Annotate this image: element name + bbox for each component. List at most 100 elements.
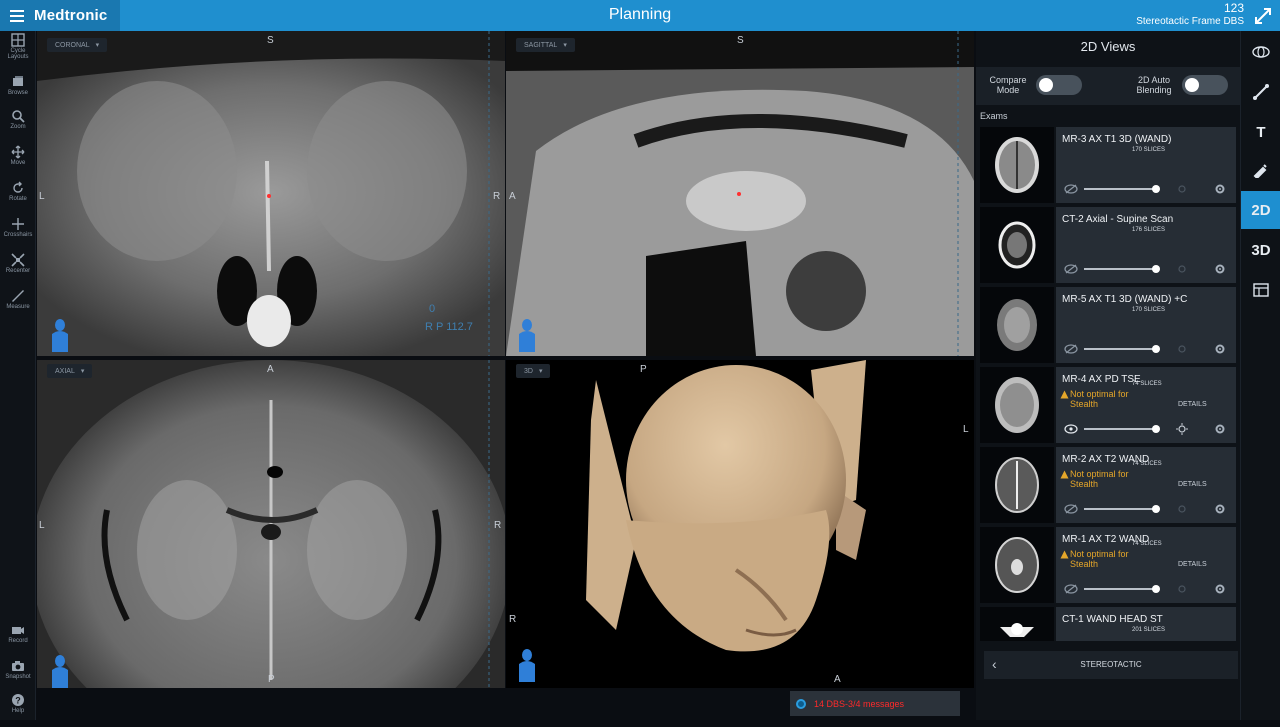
exam-details-link[interactable]: DETAILS [1178,401,1207,408]
opacity-slider[interactable] [1084,585,1160,593]
exam-item[interactable]: MR-5 AX T1 3D (WAND) +C 170 SLICES [980,287,1236,363]
zoom-button[interactable]: Zoom [0,109,36,143]
axial-viewport[interactable]: AXIAL ▾ A L R P [37,360,505,688]
crosshairs-label: Crosshairs [3,232,33,238]
exam-item[interactable]: MR-2 AX T2 WAND 74 SLICES Not optimal fo… [980,447,1236,523]
exam-slices: 176 SLICES [1132,227,1166,233]
3d-viewport[interactable]: 3D ▾ P R L A [506,360,974,688]
brightness-icon[interactable] [1176,583,1188,595]
gear-icon[interactable] [1214,183,1226,195]
chevron-down-icon: ▾ [80,368,85,375]
exam-slices: 74 SLICES [1132,541,1162,547]
trajectory-button[interactable] [1241,73,1280,111]
axial-orient-bottom: P [268,674,275,685]
gear-icon[interactable] [1214,343,1226,355]
compare-mode-toggle[interactable] [1036,75,1082,95]
brightness-icon[interactable] [1176,423,1188,435]
opacity-slider[interactable] [1084,425,1160,433]
trajectory-icon [1253,84,1269,100]
menu-icon[interactable] [10,9,24,22]
exam-item[interactable]: CT-1 WAND HEAD ST 201 SLICES [980,607,1236,641]
view-button[interactable] [1241,33,1280,71]
brightness-icon[interactable] [1176,343,1188,355]
warning-icon [1060,470,1069,479]
recenter-label: Recenter [5,268,31,274]
2d-view-button[interactable]: 2D [1241,191,1280,229]
hidden-eye-icon[interactable] [1064,344,1078,354]
hidden-eye-icon[interactable] [1064,264,1078,274]
warning-icon [1060,390,1069,399]
auto-blending-toggle[interactable] [1182,75,1228,95]
help-label: Help [11,708,25,714]
rotate-button[interactable]: Rotate [0,181,36,215]
exam-item[interactable]: MR-1 AX T2 WAND 74 SLICES Not optimal fo… [980,527,1236,603]
exam-item[interactable]: MR-4 AX PD TSE 74 SLICES Not optimal for… [980,367,1236,443]
hidden-eye-icon[interactable] [1064,184,1078,194]
snapshot-button[interactable]: Snapshot [0,659,36,693]
notification-message: 14 DBS-3/4 messages [814,698,905,709]
expand-icon[interactable] [1254,7,1272,25]
stereotactic-bar[interactable]: ‹ STEREOTACTIC [984,651,1238,679]
brightness-icon[interactable] [1176,183,1188,195]
exam-name: MR-4 AX PD TSE [1062,374,1141,385]
notification-bar[interactable]: 14 DBS-3/4 messages [790,691,960,716]
opacity-slider[interactable] [1084,505,1160,513]
move-label: Move [10,160,26,166]
left-toolbar: Cycle Layouts Browse Zoom Move Rotate Cr… [0,31,36,720]
opacity-slider[interactable] [1084,185,1160,193]
gear-icon[interactable] [1214,423,1226,435]
layout-panel-button[interactable] [1241,271,1280,309]
opacity-slider[interactable] [1084,265,1160,273]
camera-icon [12,627,24,634]
exam-list[interactable]: MR-3 AX T1 3D (WAND) 170 SLICES CT-2 Axi… [980,127,1236,641]
coronal-overlay-value: 0 [429,303,436,315]
move-icon [11,145,25,159]
page-title: Planning [608,6,672,23]
exam-details-link[interactable]: DETAILS [1178,481,1207,488]
exam-thumbnail [980,207,1054,283]
sagittal-view-selector[interactable]: SAGITTAL ▾ [516,38,575,52]
coronal-viewport[interactable]: CORONAL ▾ S L R 0 R P 112.7 [37,31,505,356]
3d-view-selector[interactable]: 3D ▾ [516,364,551,378]
move-button[interactable]: Move [0,145,36,179]
recenter-icon [11,253,25,267]
exam-details-link[interactable]: DETAILS [1178,561,1207,568]
auto-blending-label: 2D Auto Blending [1136,75,1172,95]
help-button[interactable]: ? Help [0,693,36,727]
measure-label: Measure [6,304,30,310]
eye-icon[interactable] [1064,424,1078,434]
gear-icon[interactable] [1214,503,1226,515]
exam-name: MR-5 AX T1 3D (WAND) +C [1062,294,1188,305]
brightness-icon[interactable] [1176,263,1188,275]
exam-card: CT-2 Axial - Supine Scan 176 SLICES [1056,207,1236,283]
3d-view-button[interactable]: 3D [1241,231,1280,269]
hidden-eye-icon[interactable] [1064,584,1078,594]
exam-warning: Not optimal for Stealth [1070,389,1129,409]
browse-button[interactable]: Browse [0,75,36,109]
record-button[interactable]: Record [0,623,36,657]
axial-view-selector[interactable]: AXIAL ▾ [47,364,93,378]
brightness-icon[interactable] [1176,503,1188,515]
measure-button[interactable]: Measure [0,289,36,323]
gear-icon[interactable] [1214,263,1226,275]
coronal-orient-left: L [39,191,45,202]
recenter-button[interactable]: Recenter [0,253,36,287]
pen-button[interactable] [1241,151,1280,189]
exam-slices: 74 SLICES [1132,381,1162,387]
measure-icon [12,290,24,302]
snapshot-icon [12,661,24,671]
text-tool-button[interactable]: T [1241,113,1280,151]
axial-orient-left: L [39,520,45,531]
case-number: 123 [1223,1,1244,15]
exam-item[interactable]: CT-2 Axial - Supine Scan 176 SLICES [980,207,1236,283]
coronal-view-selector[interactable]: CORONAL ▾ [47,38,108,52]
sagittal-viewport[interactable]: SAGITTAL ▾ S A [506,31,974,356]
crosshairs-button[interactable]: Crosshairs [0,217,36,251]
stereotactic-label: STEREOTACTIC [1080,660,1142,669]
exam-item[interactable]: MR-3 AX T1 3D (WAND) 170 SLICES [980,127,1236,203]
cycle-layouts-button[interactable]: Cycle Layouts [0,33,36,67]
2d-views-panel: 2D Views Compare Mode 2D Auto Blending E… [976,31,1240,720]
hidden-eye-icon[interactable] [1064,504,1078,514]
opacity-slider[interactable] [1084,345,1160,353]
gear-icon[interactable] [1214,583,1226,595]
